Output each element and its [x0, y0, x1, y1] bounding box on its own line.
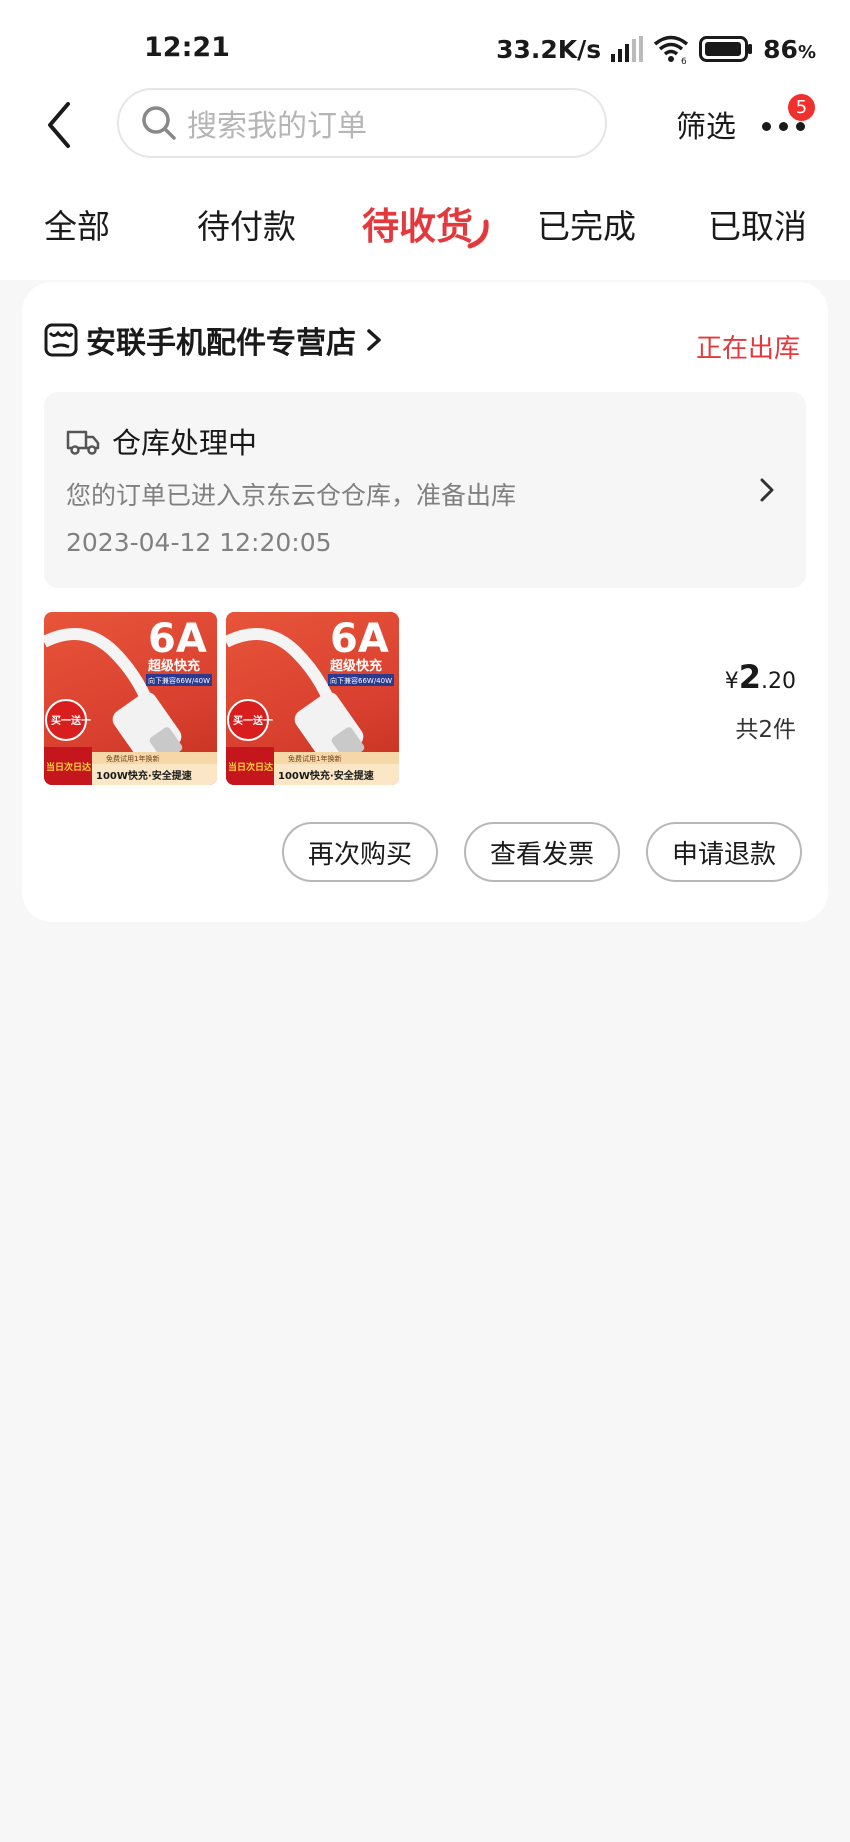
view-invoice-button[interactable]: 查看发票 — [464, 822, 620, 882]
product-compat: 向下兼容66W/40W — [330, 676, 392, 685]
tab-pending-payment[interactable]: 待付款 — [197, 200, 296, 248]
product-fast-charge: 超级快充 — [148, 658, 200, 674]
product-image[interactable]: 6A 超级快充 向下兼容66W/40W 买一送一 当日次日达 免费试用1年换新 … — [44, 612, 217, 785]
truck-icon — [66, 430, 100, 455]
product-thumbnails: 6A 超级快充 向下兼容66W/40W 买一送一 当日次日达 免费试用1年换新 … — [44, 612, 399, 785]
store-icon — [44, 323, 78, 357]
back-arrow-icon — [48, 102, 70, 148]
more-button[interactable]: 5 — [760, 94, 815, 150]
product-bottom-tag: 100W快充·安全提速 — [278, 769, 374, 782]
chevron-right-icon — [367, 329, 381, 351]
filter-button[interactable]: 筛选 — [676, 102, 736, 146]
product-compat: 向下兼容66W/40W — [148, 676, 210, 685]
product-bottom-tag: 100W快充·安全提速 — [96, 769, 192, 782]
item-count: 共2件 — [735, 717, 796, 743]
store-name: 安联手机配件专营店 — [86, 326, 356, 361]
store-link[interactable]: 安联手机配件专营店 — [44, 320, 384, 361]
wifi-icon: 6 — [654, 35, 689, 64]
cable-illustration: 6A 超级快充 向下兼容66W/40W 买一送一 当日次日达 免费试用1年换新 … — [44, 616, 217, 785]
active-tab-indicator — [467, 219, 489, 249]
cable-illustration: 6A 超级快充 向下兼容66W/40W 买一送一 当日次日达 免费试用1年换新 … — [226, 616, 399, 785]
buy-again-button[interactable]: 再次购买 — [282, 822, 438, 882]
battery-icon — [699, 36, 753, 62]
tab-completed[interactable]: 已完成 — [537, 200, 636, 248]
search-placeholder: 搜索我的订单 — [187, 109, 367, 144]
order-tabs: 全部 待付款 待收货 已完成 已取消 — [0, 180, 850, 280]
back-button[interactable] — [40, 100, 80, 150]
battery-percent: 86% — [763, 35, 816, 64]
product-delivery: 当日次日达 — [228, 761, 273, 773]
order-status: 正在出库 — [695, 334, 800, 364]
product-image[interactable]: 6A 超级快充 向下兼容66W/40W 买一送一 当日次日达 免费试用1年换新 … — [226, 612, 399, 785]
product-trial: 免费试用1年换新 — [288, 754, 341, 763]
network-speed: 33.2K/s — [496, 34, 602, 64]
logistics-info[interactable]: 仓库处理中 您的订单已进入京东云仓仓库，准备出库 2023-04-12 12:2… — [44, 392, 806, 588]
battery-percent-value: 86 — [763, 34, 798, 64]
signal-icon — [611, 36, 644, 62]
order-actions: 再次购买 查看发票 申请退款 — [282, 822, 802, 882]
price-currency: ¥ — [724, 669, 739, 694]
product-badge-6a: 6A — [330, 616, 389, 662]
price-integer: 2 — [738, 658, 761, 696]
header: 搜索我的订单 筛选 5 — [0, 80, 850, 180]
product-badge-6a: 6A — [148, 616, 207, 662]
logistics-title-row: 仓库处理中 — [66, 420, 257, 462]
status-indicators: 33.2K/s 6 86% — [496, 32, 816, 66]
request-refund-button[interactable]: 申请退款 — [646, 822, 802, 882]
tab-pending-receipt[interactable]: 待收货 — [362, 196, 473, 250]
svg-text:6: 6 — [681, 57, 687, 64]
product-trial: 免费试用1年换新 — [106, 754, 159, 763]
logistics-description: 您的订单已进入京东云仓仓库，准备出库 — [66, 481, 517, 510]
logistics-title: 仓库处理中 — [112, 426, 258, 460]
tab-all[interactable]: 全部 — [44, 200, 110, 248]
search-icon — [142, 106, 176, 140]
logistics-time: 2023-04-12 12:20:05 — [66, 528, 332, 557]
order-card[interactable]: 安联手机配件专营店 正在出库 仓库处理中 您的订单已进入京东云仓仓库，准备出库 … — [22, 282, 828, 922]
product-promo: 买一送一 — [233, 714, 273, 727]
more-dots-icon — [762, 122, 805, 131]
search-input[interactable]: 搜索我的订单 — [117, 88, 607, 158]
product-delivery: 当日次日达 — [46, 761, 91, 773]
status-bar: 12:21 33.2K/s 6 86% — [0, 0, 850, 80]
product-fast-charge: 超级快充 — [330, 658, 382, 674]
battery-percent-unit: % — [797, 41, 816, 63]
order-price: ¥2.20 — [725, 658, 796, 696]
status-time: 12:21 — [144, 32, 230, 63]
notification-badge: 5 — [788, 94, 815, 121]
tab-cancelled[interactable]: 已取消 — [708, 200, 807, 248]
product-promo: 买一送一 — [51, 714, 91, 727]
price-decimal: .20 — [761, 669, 796, 694]
chevron-right-icon — [760, 478, 774, 502]
